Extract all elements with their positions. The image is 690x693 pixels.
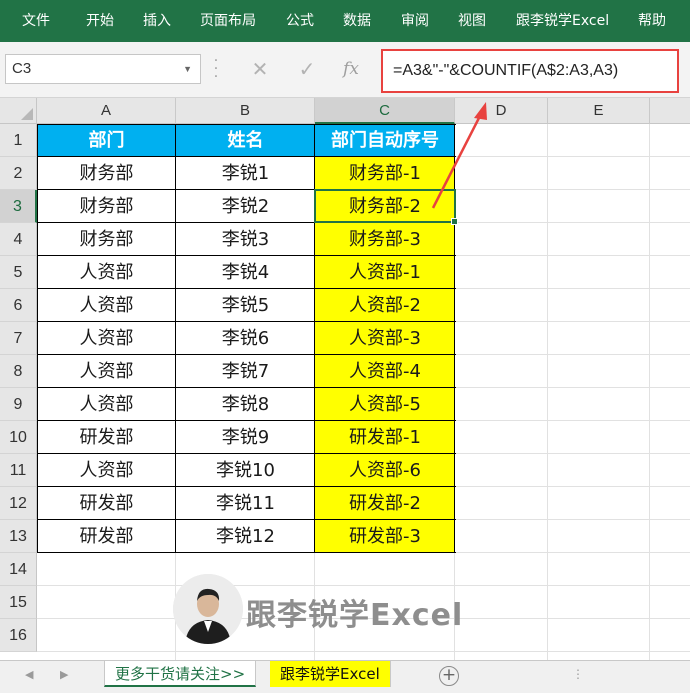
worksheet-grid[interactable]: A B C D E 1 2 3 4 5 6 7 8 9 10 11 12 13 14 15 16 部门 姓名 部门… (0, 98, 690, 660)
next-sheet-icon[interactable]: ▶ (60, 668, 68, 681)
formula-input[interactable]: =A3&"-"&COUNTIF(A$2:A3,A3) (381, 49, 679, 93)
add-sheet-button[interactable]: + (439, 666, 459, 686)
tab-insert[interactable]: 插入 (143, 0, 171, 42)
ribbon-tab-bar: 文件 开始 插入 页面布局 公式 数据 审阅 视图 跟李锐学Excel 帮助 (0, 0, 690, 42)
formula-bar-grip-icon[interactable]: · · · (212, 54, 220, 84)
tab-page-layout[interactable]: 页面布局 (200, 0, 256, 42)
enter-button[interactable]: ✓ (292, 55, 322, 83)
tab-data[interactable]: 数据 (343, 0, 371, 42)
sheet-tab-bar: ◀ ▶ 更多干货请关注>> 跟李锐学Excel + ⋮ (0, 660, 690, 693)
sheet-tab-excel[interactable]: 跟李锐学Excel (270, 661, 391, 687)
avatar (173, 574, 243, 644)
annotation-arrow-icon (431, 102, 487, 209)
tab-formulas[interactable]: 公式 (286, 0, 314, 42)
tab-review[interactable]: 审阅 (401, 0, 429, 42)
tab-custom[interactable]: 跟李锐学Excel (516, 0, 609, 42)
name-box[interactable]: C3 ▼ (5, 54, 201, 84)
tab-home[interactable]: 开始 (86, 0, 114, 42)
tab-help[interactable]: 帮助 (638, 0, 666, 42)
sheet-tab-follow[interactable]: 更多干货请关注>> (104, 661, 257, 687)
tab-file[interactable]: 文件 (22, 0, 50, 42)
watermark-text: 跟李锐学Excel (246, 598, 464, 633)
cancel-button[interactable]: ✕ (245, 55, 275, 83)
more-options-icon[interactable]: ⋮ (572, 667, 585, 681)
previous-sheet-icon[interactable]: ◀ (25, 668, 33, 681)
insert-function-button[interactable]: fx (336, 55, 366, 83)
chevron-down-icon[interactable]: ▼ (183, 55, 192, 83)
name-box-value: C3 (12, 60, 32, 77)
tab-view[interactable]: 视图 (458, 0, 486, 42)
